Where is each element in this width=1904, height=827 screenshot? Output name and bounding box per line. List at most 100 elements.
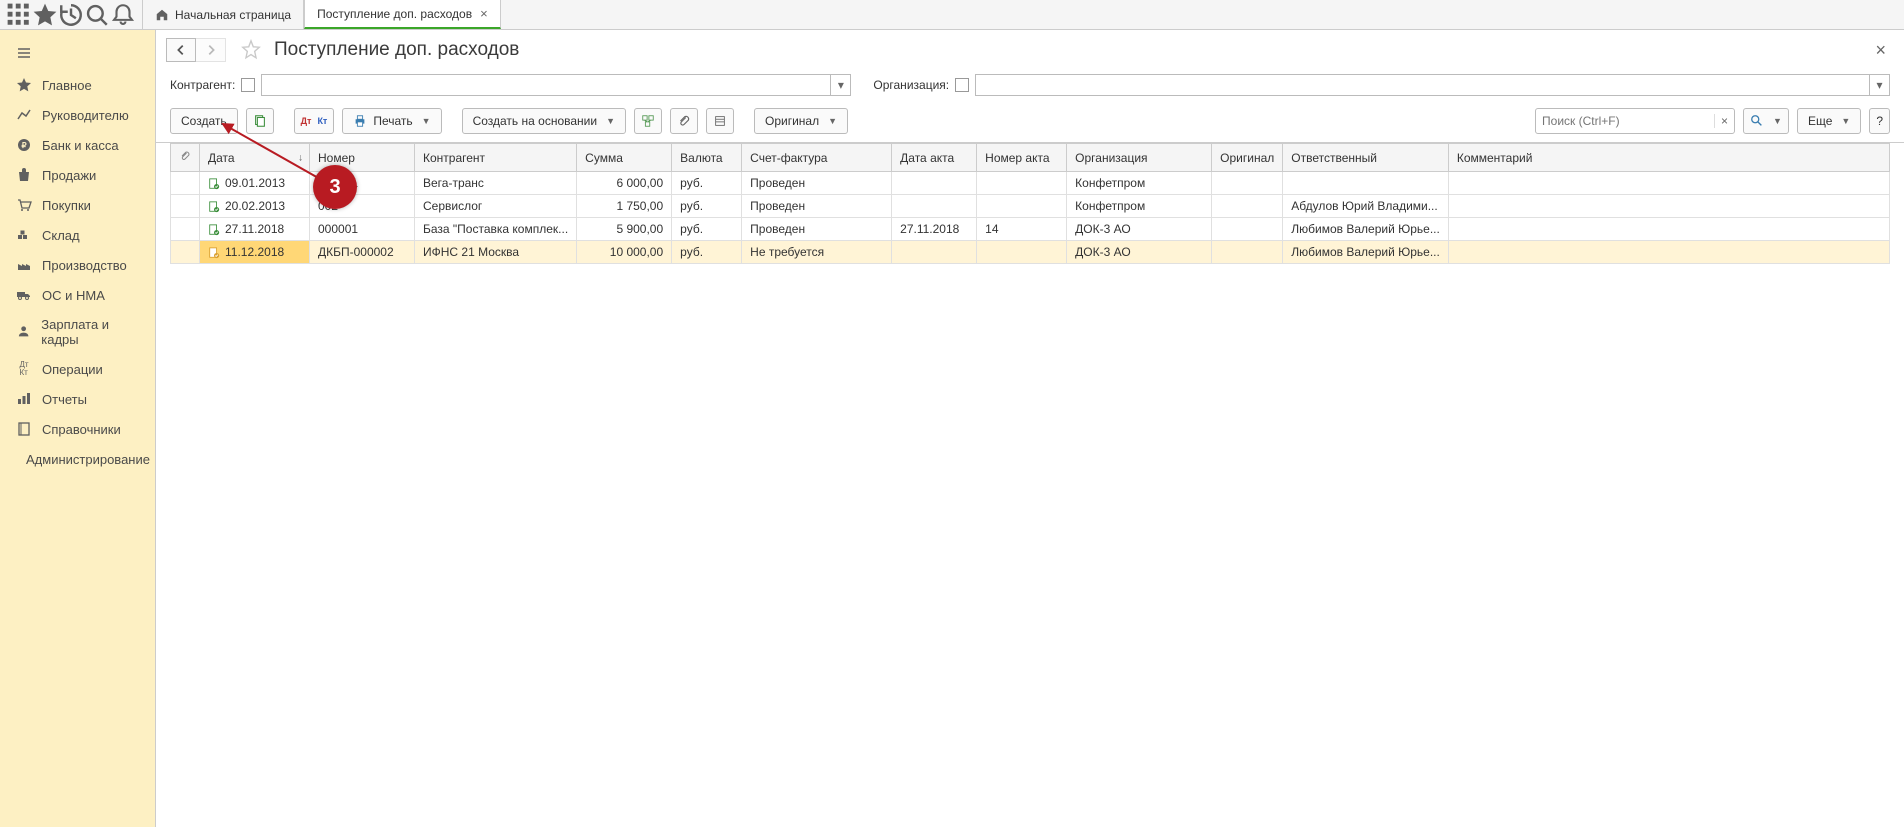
sidebar-item-производство[interactable]: Производство [0, 250, 155, 280]
sidebar-item-администрирование[interactable]: Администрирование [0, 444, 155, 474]
search-input[interactable] [1536, 114, 1714, 128]
related-docs-button[interactable] [634, 108, 662, 134]
column-header[interactable]: Комментарий [1448, 144, 1889, 172]
search-box[interactable]: × [1535, 108, 1735, 134]
search-icon[interactable] [84, 2, 110, 28]
table-cell: 27.11.2018 [200, 218, 310, 241]
table-cell: руб. [672, 172, 742, 195]
annotation-badge: 3 [313, 165, 357, 209]
org-filter-input[interactable] [976, 75, 1869, 95]
home-icon [155, 8, 169, 22]
attachment-button[interactable] [670, 108, 698, 134]
table-cell: Сервислог [415, 195, 577, 218]
table-cell [1448, 172, 1889, 195]
table-row[interactable]: 20.02.2013002Сервислог1 750,00руб.Провед… [171, 195, 1890, 218]
bell-icon[interactable] [110, 2, 136, 28]
create-based-on-button[interactable]: Создать на основании▼ [462, 108, 626, 134]
print-button[interactable]: Печать▼ [342, 108, 441, 134]
table-cell [1448, 195, 1889, 218]
clear-search-icon[interactable]: × [1714, 114, 1734, 128]
column-header[interactable]: Ответственный [1283, 144, 1449, 172]
truck-icon [16, 287, 32, 303]
history-icon[interactable] [58, 2, 84, 28]
advanced-search-button[interactable]: ▼ [1743, 108, 1789, 134]
warehouse-icon [16, 227, 32, 243]
table-row[interactable]: 11.12.2018ДКБП-000002ИФНС 21 Москва10 00… [171, 241, 1890, 264]
column-header[interactable]: Номер акта [977, 144, 1067, 172]
org-filter-checkbox[interactable] [955, 78, 969, 92]
filter-row: Контрагент: ▾ Организация: ▾ [156, 66, 1904, 104]
sidebar-item-отчеты[interactable]: Отчеты [0, 384, 155, 414]
table-cell: Любимов Валерий Юрье... [1283, 218, 1449, 241]
column-header[interactable]: Счет-фактура [742, 144, 892, 172]
column-header[interactable]: Оригинал [1212, 144, 1283, 172]
column-header[interactable]: Организация [1067, 144, 1212, 172]
sidebar-item-главное[interactable]: Главное [0, 70, 155, 100]
sidebar-item-склад[interactable]: Склад [0, 220, 155, 250]
chevron-down-icon[interactable]: ▾ [830, 75, 850, 95]
table-cell: 000001 [310, 218, 415, 241]
table-cell: 5 900,00 [577, 218, 672, 241]
sidebar-item-руководителю[interactable]: Руководителю [0, 100, 155, 130]
favorite-star-icon[interactable] [240, 39, 262, 61]
sidebar-item-label: Отчеты [42, 392, 87, 407]
apps-icon[interactable] [6, 2, 32, 28]
sidebar-item-label: Главное [42, 78, 92, 93]
document-table: Дата↓НомерКонтрагентСуммаВалютаСчет-факт… [170, 143, 1890, 264]
column-header[interactable]: Сумма [577, 144, 672, 172]
tab-home[interactable]: Начальная страница [142, 0, 304, 29]
system-top-bar: Начальная страница Поступление доп. расх… [0, 0, 1904, 30]
contractor-filter-input[interactable] [262, 75, 830, 95]
sidebar-item-банк-и-касса[interactable]: ₽Банк и касса [0, 130, 155, 160]
table-cell [1212, 218, 1283, 241]
table-cell [977, 172, 1067, 195]
more-button[interactable]: Еще▼ [1797, 108, 1861, 134]
close-page-button[interactable]: × [1871, 40, 1890, 61]
sidebar-item-покупки[interactable]: Покупки [0, 190, 155, 220]
table-cell [171, 241, 200, 264]
sidebar-item-продажи[interactable]: Продажи [0, 160, 155, 190]
table-cell [1283, 172, 1449, 195]
attachment-column-header[interactable] [171, 144, 200, 172]
table-cell: Любимов Валерий Юрье... [1283, 241, 1449, 264]
original-button[interactable]: Оригинал▼ [754, 108, 848, 134]
sidebar-item-label: Склад [42, 228, 80, 243]
burger-icon [16, 45, 32, 61]
table-cell [171, 218, 200, 241]
star-icon[interactable] [32, 2, 58, 28]
sidebar-item-справочники[interactable]: Справочники [0, 414, 155, 444]
tab-home-label: Начальная страница [175, 8, 291, 22]
table-row[interactable]: 27.11.2018000001База "Поставка комплек..… [171, 218, 1890, 241]
table-cell: База "Поставка комплек... [415, 218, 577, 241]
table-cell: ДОК-3 АО [1067, 218, 1212, 241]
page-title: Поступление доп. расходов [274, 39, 519, 61]
table-cell: руб. [672, 241, 742, 264]
main-content: Поступление доп. расходов × Контрагент: … [155, 30, 1904, 827]
table-row[interactable]: 09.01.2013000001Вега-транс6 000,00руб.Пр… [171, 172, 1890, 195]
column-header[interactable]: Контрагент [415, 144, 577, 172]
org-filter-combo[interactable]: ▾ [975, 74, 1890, 96]
tab-active-doc[interactable]: Поступление доп. расходов × [304, 0, 501, 29]
contractor-filter-checkbox[interactable] [241, 78, 255, 92]
column-header[interactable]: Валюта [672, 144, 742, 172]
org-filter-label: Организация: [873, 78, 949, 92]
chevron-down-icon[interactable]: ▾ [1869, 75, 1889, 95]
help-button[interactable]: ? [1869, 108, 1890, 134]
page-header: Поступление доп. расходов × [156, 30, 1904, 66]
table-cell [1212, 241, 1283, 264]
document-toolbar: Создать ДтКт Печать▼ Создать на основани… [156, 104, 1904, 143]
list-settings-button[interactable] [706, 108, 734, 134]
close-icon[interactable]: × [480, 6, 488, 21]
nav-forward-button[interactable] [196, 38, 226, 62]
table-cell: ДОК-3 АО [1067, 241, 1212, 264]
table-cell [892, 172, 977, 195]
sidebar-burger[interactable] [0, 38, 155, 68]
sidebar-item-зарплата-и-кадры[interactable]: Зарплата и кадры [0, 310, 155, 354]
sidebar-item-операции[interactable]: ДтКтОперации [0, 354, 155, 384]
nav-back-button[interactable] [166, 38, 196, 62]
sidebar-item-ос-и-нма[interactable]: ОС и НМА [0, 280, 155, 310]
column-header[interactable]: Дата акта [892, 144, 977, 172]
table-cell: 14 [977, 218, 1067, 241]
contractor-filter-combo[interactable]: ▾ [261, 74, 851, 96]
navigation-sidebar: ГлавноеРуководителю₽Банк и кассаПродажиП… [0, 30, 155, 827]
